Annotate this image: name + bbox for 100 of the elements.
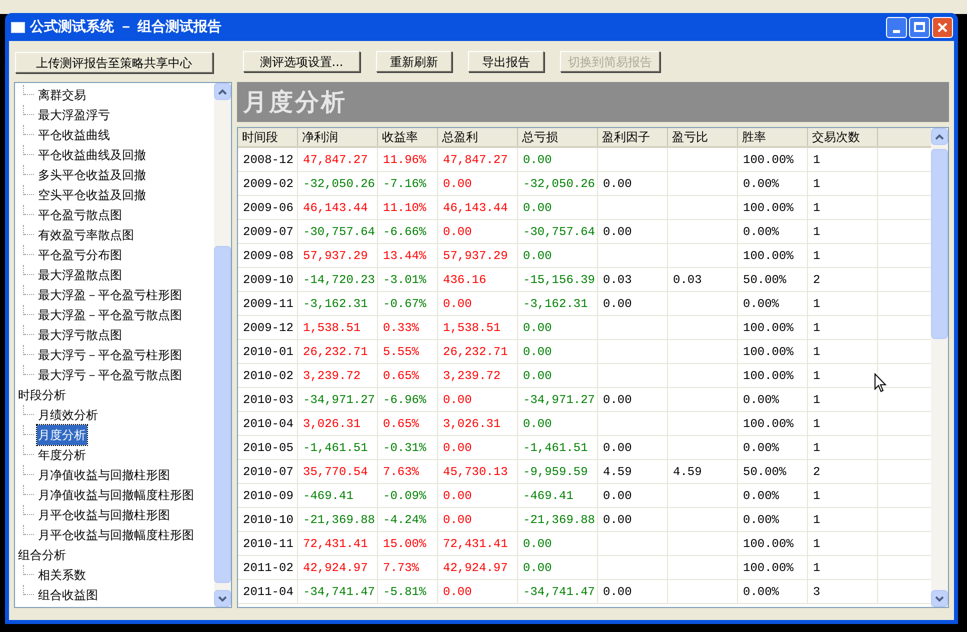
table-cell-text: 100.00% <box>743 416 794 432</box>
table-cell-text: 47,847.27 <box>303 152 368 168</box>
tree-item[interactable]: 月净值收益与回撤柱形图 <box>37 465 171 485</box>
tree-item[interactable]: 平仓收益曲线及回撤 <box>37 145 147 165</box>
scrollbar[interactable] <box>931 128 948 607</box>
scroll-up-icon[interactable] <box>931 128 948 145</box>
tree-item[interactable]: 平仓盈亏分布图 <box>37 245 123 265</box>
table-cell-text: 100.00% <box>743 152 794 168</box>
tree-group[interactable]: 组合分析 <box>18 545 66 565</box>
close-button[interactable] <box>932 16 953 38</box>
tree-item[interactable]: 空头平仓收益及回撤 <box>37 185 147 205</box>
toolbar-button[interactable]: 重新刷新 <box>376 51 452 72</box>
column-header[interactable]: 盈亏比 <box>668 128 738 146</box>
table-cell-text: 2010-02 <box>243 368 294 384</box>
table-cell-text: 35,770.54 <box>303 464 368 480</box>
tree-item[interactable]: 最大浮盈－平仓盈亏散点图 <box>37 305 183 325</box>
table-cell-text: 0.65% <box>383 368 420 384</box>
toolbar-button[interactable]: 导出报告 <box>468 51 544 72</box>
scrollbar[interactable] <box>214 83 231 607</box>
column-header[interactable]: 净利润 <box>298 128 378 146</box>
table-cell-text: -32,050.26 <box>523 176 596 192</box>
column-header[interactable]: 总盈利 <box>438 128 518 146</box>
column-header[interactable]: 胜率 <box>738 128 808 146</box>
tree-item[interactable]: 年度分析 <box>37 445 87 465</box>
table-cell-text: 57,937.29 <box>443 248 508 264</box>
tree-item[interactable]: 最大浮盈－平仓盈亏柱形图 <box>37 285 183 305</box>
table-cell-text: -34,971.27 <box>303 392 376 408</box>
tree-item[interactable]: 最大浮盈散点图 <box>37 265 123 285</box>
table-cell-text: 100.00% <box>743 248 794 264</box>
table-cell-text: 26,232.71 <box>303 344 368 360</box>
table-cell-text: 0.00 <box>443 224 472 240</box>
table-cell-text: 0.00 <box>523 200 552 216</box>
column-header[interactable]: 时间段 <box>238 128 298 146</box>
column-header[interactable]: 盈利因子 <box>598 128 668 146</box>
maximize-button[interactable] <box>909 16 930 38</box>
table-cell-text: 3,239.72 <box>443 368 501 384</box>
table-cell-text: 42,924.97 <box>443 560 508 576</box>
table-cell-text: -34,741.47 <box>303 584 376 600</box>
table-cell-text: -3,162.31 <box>523 296 588 312</box>
table-cell-text: 100.00% <box>743 560 794 576</box>
scroll-down-icon[interactable] <box>214 590 231 607</box>
tree-item[interactable]: 最大浮亏－平仓盈亏柱形图 <box>37 345 183 365</box>
scroll-thumb[interactable] <box>931 149 948 339</box>
table-cell-text: 0.00 <box>443 488 472 504</box>
tree-item[interactable]: 组合收益图 <box>37 585 99 605</box>
table-cell-text: 0.00 <box>603 584 632 600</box>
tree-group[interactable]: 时段分析 <box>18 385 66 405</box>
table-cell-text: 100.00% <box>743 200 794 216</box>
table-cell-text: 3,026.31 <box>303 416 361 432</box>
tree-item[interactable]: 平仓盈亏散点图 <box>37 205 123 225</box>
table-cell-text: 7.63% <box>383 464 420 480</box>
tree-item[interactable]: 月平仓收益与回撤幅度柱形图 <box>37 525 195 545</box>
close-icon <box>937 22 948 32</box>
tree-item[interactable]: 月度分析 <box>37 425 87 445</box>
table-cell-text: 3,239.72 <box>303 368 361 384</box>
table-cell-text: 2 <box>813 464 820 480</box>
column-header[interactable]: 总亏损 <box>518 128 598 146</box>
table-cell-text: -21,369.88 <box>303 512 376 528</box>
tree-item[interactable]: 月净值收益与回撤幅度柱形图 <box>37 485 195 505</box>
table-cell-text: -0.31% <box>383 440 426 456</box>
column-header[interactable]: 收益率 <box>378 128 438 146</box>
window-title: 公式测试系统 － 组合测试报告 <box>30 18 223 36</box>
table-cell-text: 0.00 <box>523 344 552 360</box>
table-cell-text: 15.00% <box>383 536 426 552</box>
table-cell-text: 0.00 <box>603 488 632 504</box>
tree-item[interactable]: 多头平仓收益及回撤 <box>37 165 147 185</box>
tree-item[interactable]: 月平仓收益与回撤柱形图 <box>37 505 171 525</box>
table-cell-text: 2009-10 <box>243 272 294 288</box>
toolbar-button[interactable]: 测评选项设置... <box>243 51 360 72</box>
tree-item[interactable]: 离群交易 <box>37 85 87 105</box>
table-cell-text: 0.00 <box>523 368 552 384</box>
tree-item[interactable]: 有效盈亏率散点图 <box>37 225 135 245</box>
table-cell-text: 72,431.41 <box>443 536 508 552</box>
table-cell-text: 13.44% <box>383 248 426 264</box>
scroll-up-icon[interactable] <box>214 83 231 100</box>
tree-item[interactable]: 最大浮亏散点图 <box>37 325 123 345</box>
scroll-thumb[interactable] <box>214 246 231 583</box>
table-cell-text: -1,461.51 <box>303 440 368 456</box>
table-cell-text: -6.96% <box>383 392 426 408</box>
tree-item[interactable]: 相关系数 <box>37 565 87 585</box>
table-cell-text: 2011-02 <box>243 560 294 576</box>
table-cell-text: 46,143.44 <box>443 200 508 216</box>
tree-item[interactable]: 最大浮盈浮亏 <box>37 105 111 125</box>
table-cell-text: 2010-01 <box>243 344 294 360</box>
table-cell-text: 1 <box>813 488 820 504</box>
tree-item[interactable]: 最大浮亏－平仓盈亏散点图 <box>37 365 183 385</box>
table-cell-text: 0.00 <box>603 296 632 312</box>
table-cell-text: 0.33% <box>383 320 420 336</box>
tree-item[interactable]: 月绩效分析 <box>37 405 99 425</box>
table-cell-text: -6.66% <box>383 224 426 240</box>
scroll-down-icon[interactable] <box>931 590 948 607</box>
table-cell-text: 2009-12 <box>243 320 294 336</box>
maximize-icon <box>914 22 925 32</box>
minimize-button[interactable] <box>886 16 907 38</box>
report-title: 月度分析 <box>243 87 347 118</box>
toolbar-button[interactable]: 上传测评报告至策略共享中心 <box>15 52 213 73</box>
tree-item[interactable]: 平仓收益曲线 <box>37 125 111 145</box>
column-header[interactable]: 交易次数 <box>808 128 878 146</box>
table-cell-text: 0.00 <box>523 416 552 432</box>
table-cell-text: 42,924.97 <box>303 560 368 576</box>
